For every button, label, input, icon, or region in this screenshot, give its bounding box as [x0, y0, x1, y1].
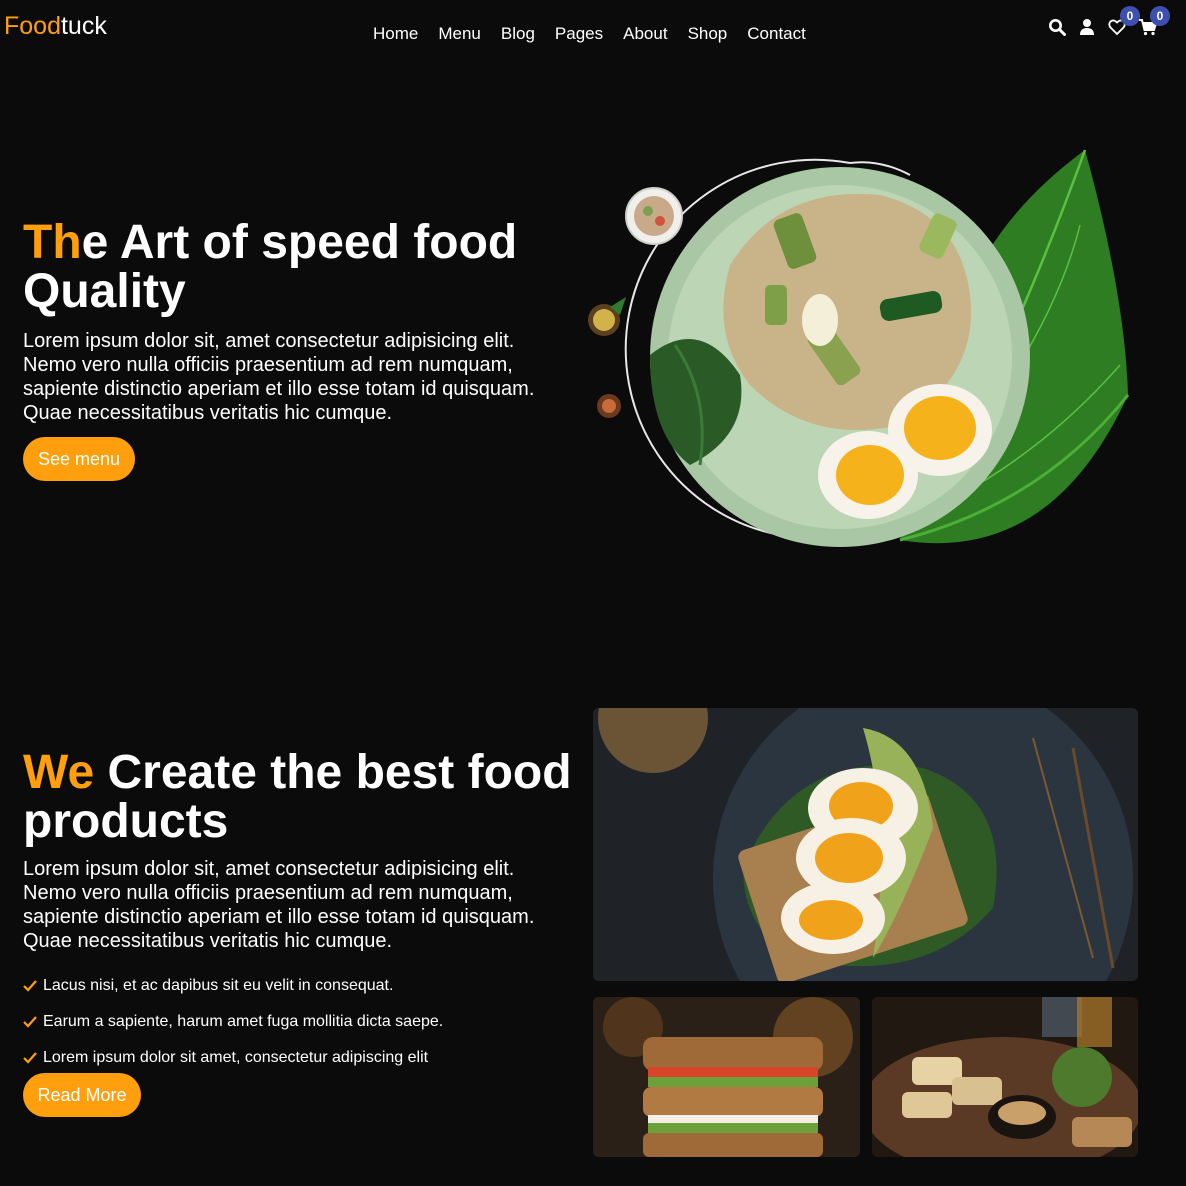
check-icon	[23, 980, 37, 992]
check-icon	[23, 1016, 37, 1028]
nav-blog[interactable]: Blog	[501, 24, 535, 44]
nav-contact[interactable]: Contact	[747, 24, 806, 44]
egg-sandwich-photo	[593, 708, 1138, 981]
read-more-button[interactable]: Read More	[23, 1073, 141, 1117]
checklist-text: Earum a sapiente, harum amet fuga mollit…	[43, 1013, 444, 1030]
list-item: Lacus nisi, et ac dapibus sit eu velit i…	[23, 968, 443, 1004]
logo-part-tuck: tuck	[60, 12, 107, 40]
logo-part-food: Food	[4, 12, 61, 40]
about-title: We Create the best food products	[23, 748, 583, 846]
wishlist-button[interactable]: 0	[1108, 6, 1140, 36]
about-title-rest: Create the best food products	[23, 746, 572, 848]
cart-count-badge: 0	[1150, 6, 1170, 26]
hero-title-rest: e Art of speed food Quality	[23, 216, 518, 318]
nav-pages[interactable]: Pages	[555, 24, 603, 44]
about-paragraph: Lorem ipsum dolor sit, amet consectetur …	[23, 858, 535, 952]
header-icons: 0 0	[1048, 6, 1170, 36]
club-sandwich-photo	[593, 997, 860, 1157]
wishlist-count-badge: 0	[1120, 6, 1140, 26]
hero-paragraph: Lorem ipsum dolor sit, amet consectetur …	[23, 330, 535, 424]
hero-food-illustration	[580, 145, 1140, 560]
hero-title-accent: Th	[23, 216, 82, 269]
page: Foodtuck Home Menu Blog Pages About Shop…	[0, 0, 1186, 1186]
nav-about[interactable]: About	[623, 24, 667, 44]
check-icon	[23, 1052, 37, 1064]
search-icon[interactable]	[1048, 18, 1066, 36]
feature-checklist: Lacus nisi, et ac dapibus sit eu velit i…	[23, 968, 443, 1076]
grilled-chicken-photo	[872, 997, 1138, 1157]
main-nav: Home Menu Blog Pages About Shop Contact	[373, 24, 806, 44]
about-title-accent: We	[23, 746, 95, 799]
nav-shop[interactable]: Shop	[688, 24, 728, 44]
list-item: Earum a sapiente, harum amet fuga mollit…	[23, 1004, 443, 1040]
logo[interactable]: Foodtuck	[4, 12, 107, 41]
list-item: Lorem ipsum dolor sit amet, consectetur …	[23, 1040, 443, 1076]
nav-home[interactable]: Home	[373, 24, 418, 44]
nav-menu[interactable]: Menu	[438, 24, 481, 44]
user-icon[interactable]	[1078, 18, 1096, 36]
hero-title: The Art of speed food Quality	[23, 218, 583, 316]
see-menu-button[interactable]: See menu	[23, 437, 135, 481]
cart-button[interactable]: 0	[1138, 6, 1170, 36]
checklist-text: Lacus nisi, et ac dapibus sit eu velit i…	[43, 977, 394, 994]
checklist-text: Lorem ipsum dolor sit amet, consectetur …	[43, 1049, 429, 1066]
